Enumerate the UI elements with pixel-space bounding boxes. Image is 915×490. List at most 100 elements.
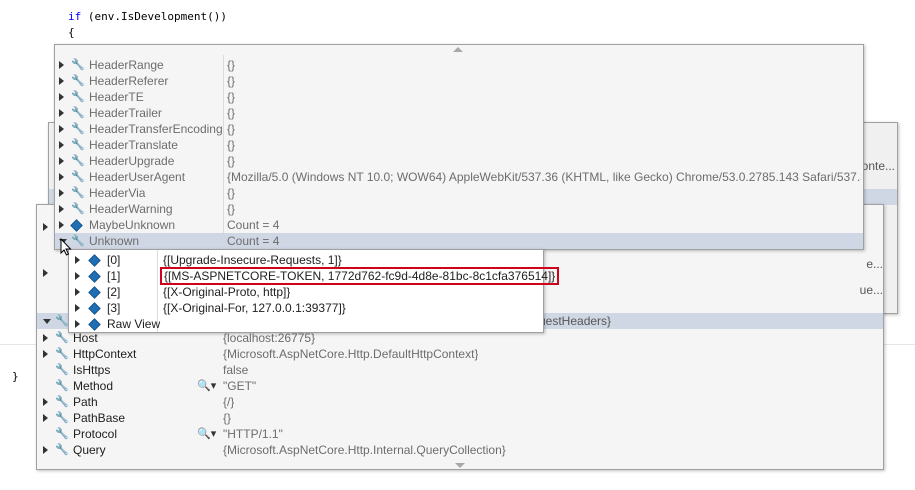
row-name: Query: [73, 443, 106, 457]
row-headerrange[interactable]: 🔧 HeaderRange {}: [55, 57, 863, 73]
expand-arrow-icon[interactable]: [43, 446, 48, 454]
row-headertransferencoding[interactable]: 🔧 HeaderTransferEncoding {}: [55, 121, 863, 137]
expand-arrow-icon[interactable]: [59, 189, 64, 197]
wrench-icon: 🔧: [71, 139, 85, 151]
row-value: Count = 4: [227, 234, 280, 248]
row-name: Host: [73, 331, 98, 345]
wrench-icon: 🔧: [55, 348, 69, 360]
row-name: HeaderTrailer: [89, 106, 162, 120]
code-line-close-brace: }: [12, 370, 19, 383]
layer-2-right-text-1: onte...: [861, 159, 895, 173]
wrench-icon: 🔧: [71, 59, 85, 71]
selected-row-value: uestHeaders}: [539, 314, 612, 328]
expand-arrow-icon[interactable]: [75, 288, 80, 296]
row-headerwarning[interactable]: 🔧 HeaderWarning {}: [55, 201, 863, 217]
expand-arrow-icon[interactable]: [59, 173, 64, 181]
row-headerupgrade[interactable]: 🔧 HeaderUpgrade {}: [55, 153, 863, 169]
row-headerte[interactable]: 🔧 HeaderTE {}: [55, 89, 863, 105]
scroll-down-arrow-icon[interactable]: [455, 463, 465, 468]
row-headervia[interactable]: 🔧 HeaderVia {}: [55, 185, 863, 201]
expand-arrow-icon[interactable]: [43, 414, 48, 422]
expand-arrow-icon[interactable]: [59, 205, 64, 213]
expand-arrow-icon[interactable]: [43, 350, 48, 358]
item-cube-icon: [88, 254, 101, 267]
wrench-icon: 🔧: [55, 428, 69, 440]
unknown-item-raw-view[interactable]: Raw View: [69, 316, 543, 332]
item-index: [3]: [107, 301, 121, 315]
unknown-item-2[interactable]: [2] {[X-Original-Proto, http]}: [69, 284, 543, 300]
row-value: "GET": [223, 379, 257, 393]
row-value: {/}: [223, 395, 235, 409]
wrench-icon: 🔧: [55, 364, 69, 376]
expand-arrow-icon[interactable]: [75, 320, 80, 328]
unknown-item-3[interactable]: [3] {[X-Original-For, 127.0.0.1:39377]}: [69, 300, 543, 316]
wrench-icon: 🔧: [71, 75, 85, 87]
unknown-expansion-popup: [0] {[Upgrade-Insecure-Requests, 1]} [1]…: [68, 249, 560, 333]
expand-arrow-icon[interactable]: [59, 141, 64, 149]
expand-arrow-icon[interactable]: [43, 269, 48, 277]
item-index: [2]: [107, 285, 121, 299]
row-value: {Mozilla/5.0 (Windows NT 10.0; WOW64) Ap…: [227, 170, 861, 184]
expand-arrow-icon[interactable]: [43, 223, 48, 231]
scroll-up-arrow-icon[interactable]: [453, 47, 463, 52]
row-headertranslate[interactable]: 🔧 HeaderTranslate {}: [55, 137, 863, 153]
row-query[interactable]: 🔧 Query {Microsoft.AspNetCore.Http.Inter…: [37, 442, 883, 458]
wrench-icon: 🔧: [55, 332, 69, 344]
wrench-icon: 🔧: [71, 203, 85, 215]
wrench-icon: 🔧: [71, 171, 85, 183]
layer-3-right-text-2: e...: [866, 257, 883, 271]
collapse-arrow-icon[interactable]: [43, 319, 51, 324]
row-httpcontext[interactable]: 🔧 HttpContext {Microsoft.AspNetCore.Http…: [37, 346, 883, 362]
row-headertrailer[interactable]: 🔧 HeaderTrailer {}: [55, 105, 863, 121]
expand-arrow-icon[interactable]: [75, 272, 80, 280]
row-name: HeaderReferer: [89, 74, 169, 88]
row-value: {}: [227, 106, 236, 120]
magnifier-icon[interactable]: 🔍▾: [197, 379, 216, 392]
row-name: Protocol: [73, 427, 118, 441]
wrench-icon: 🔧: [71, 123, 85, 135]
row-maybeunknown[interactable]: MaybeUnknown Count = 4: [55, 217, 863, 233]
code-line-if: if (env.IsDevelopment()): [68, 10, 227, 23]
item-cube-icon: [88, 286, 101, 299]
row-name: Method: [73, 379, 114, 393]
expand-arrow-icon[interactable]: [75, 256, 80, 264]
row-value: {}: [227, 138, 236, 152]
row-pathbase[interactable]: 🔧 PathBase {}: [37, 410, 883, 426]
expand-arrow-icon[interactable]: [59, 93, 64, 101]
expand-arrow-icon[interactable]: [59, 77, 64, 85]
mouse-cursor-icon: [60, 238, 72, 256]
code-line-open-brace: {: [68, 26, 75, 39]
expand-arrow-icon[interactable]: [43, 334, 48, 342]
row-headerreferer[interactable]: 🔧 HeaderReferer {}: [55, 73, 863, 89]
row-name: HeaderTranslate: [89, 138, 178, 152]
expand-arrow-icon[interactable]: [59, 157, 64, 165]
expand-arrow-icon[interactable]: [59, 125, 64, 133]
expand-arrow-icon[interactable]: [59, 221, 64, 229]
row-name: HeaderUpgrade: [89, 154, 175, 168]
row-method[interactable]: 🔧 Method 🔍▾ "GET": [37, 378, 883, 394]
row-ishttps[interactable]: 🔧 IsHttps false: [37, 362, 883, 378]
row-path[interactable]: 🔧 Path {/}: [37, 394, 883, 410]
row-protocol[interactable]: 🔧 Protocol 🔍▾ "HTTP/1.1": [37, 426, 883, 442]
unknown-item-0[interactable]: [0] {[Upgrade-Insecure-Requests, 1]}: [69, 252, 543, 268]
expand-arrow-icon[interactable]: [43, 398, 48, 406]
row-name: HeaderRange: [89, 58, 164, 72]
row-unknown[interactable]: 🔧 Unknown Count = 4: [55, 233, 863, 249]
datatip-header-panel: 🔧 HeaderRange {} 🔧 HeaderReferer {} 🔧 He…: [54, 44, 864, 250]
wrench-icon: 🔧: [71, 235, 85, 247]
row-value: {}: [227, 74, 236, 88]
row-value: {}: [227, 154, 236, 168]
layer-3-right-text-3: ue...: [859, 283, 883, 297]
unknown-item-1[interactable]: [1] {[MS-ASPNETCORE-TOKEN, 1772d762-fc9d…: [69, 267, 560, 285]
row-name: HeaderTE: [89, 90, 144, 104]
row-value: {Microsoft.AspNetCore.Http.Internal.Quer…: [223, 443, 506, 457]
expand-arrow-icon[interactable]: [75, 304, 80, 312]
expand-arrow-icon[interactable]: [59, 61, 64, 69]
magnifier-icon[interactable]: 🔍▾: [197, 427, 216, 440]
expand-arrow-icon[interactable]: [59, 109, 64, 117]
row-value: "HTTP/1.1": [223, 427, 283, 441]
row-name: Unknown: [89, 234, 140, 248]
wrench-icon: 🔧: [71, 107, 85, 119]
row-value: {}: [227, 186, 236, 200]
row-headeruseragent[interactable]: 🔧 HeaderUserAgent {Mozilla/5.0 (Windows …: [55, 169, 863, 185]
